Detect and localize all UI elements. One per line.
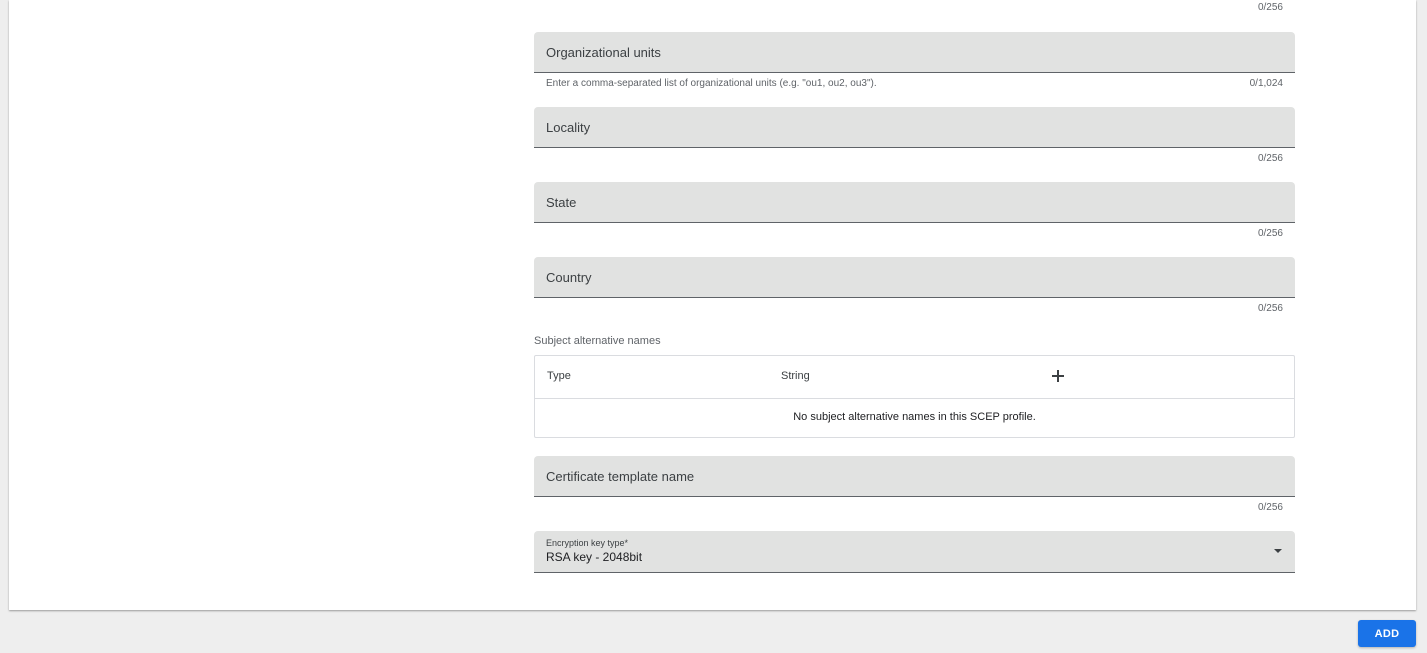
state-label: State — [546, 195, 577, 210]
state-field[interactable]: State — [534, 182, 1295, 223]
subject-alternative-names-label: Subject alternative names — [534, 335, 661, 347]
empty-table-message: No subject alternative names in this SCE… — [793, 411, 1036, 423]
locality-counter: 0/256 — [1257, 153, 1283, 164]
plus-icon[interactable] — [1049, 367, 1067, 385]
organizational-units-field[interactable]: Organizational units — [534, 32, 1295, 73]
country-counter: 0/256 — [1257, 303, 1283, 314]
country-label: Country — [546, 270, 592, 285]
column-string: String — [781, 370, 810, 382]
organizational-units-label: Organizational units — [546, 45, 661, 60]
previous-field-counter: 0/256 — [1257, 2, 1283, 13]
encryption-key-type-label: Encryption key type* — [546, 538, 629, 548]
certificate-template-name-counter: 0/256 — [1257, 502, 1283, 513]
certificate-template-name-label: Certificate template name — [546, 469, 695, 484]
table-header: Type String — [535, 356, 1294, 399]
locality-label: Locality — [546, 120, 591, 135]
organizational-units-hint: Enter a comma-separated list of organiza… — [546, 78, 877, 89]
encryption-key-type-select[interactable]: Encryption key type* RSA key - 2048bit — [534, 531, 1295, 573]
certificate-template-name-field[interactable]: Certificate template name — [534, 456, 1295, 497]
state-counter: 0/256 — [1257, 228, 1283, 239]
subject-alternative-names-table: Type String No subject alternative names… — [534, 355, 1295, 438]
country-field[interactable]: Country — [534, 257, 1295, 298]
add-button[interactable]: ADD — [1358, 620, 1416, 647]
organizational-units-counter: 0/1,024 — [1249, 78, 1283, 89]
locality-field[interactable]: Locality — [534, 107, 1295, 148]
dropdown-arrow-icon — [1274, 549, 1282, 553]
column-type: Type — [547, 370, 571, 382]
encryption-key-type-value: RSA key - 2048bit — [546, 550, 643, 564]
form-card: 0/256 Organizational units Enter a comma… — [9, 0, 1416, 610]
